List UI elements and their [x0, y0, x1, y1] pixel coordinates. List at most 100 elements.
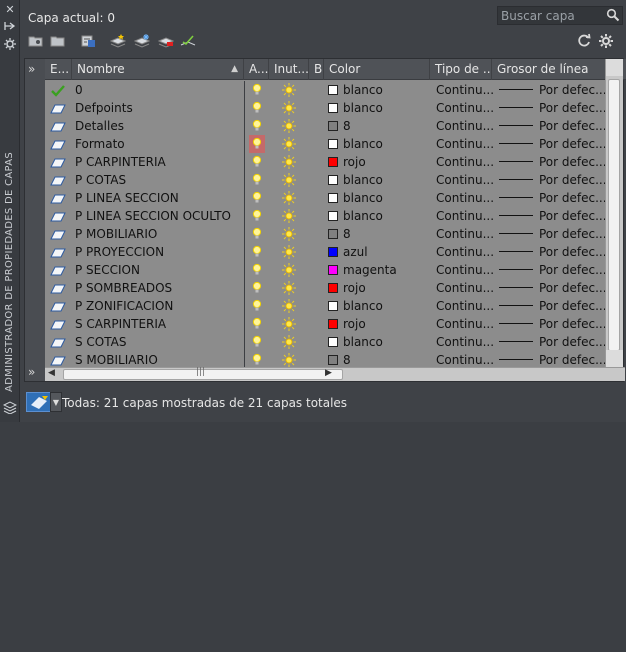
- color-swatch[interactable]: [328, 211, 338, 221]
- col-color[interactable]: Color: [324, 59, 430, 80]
- properties-icon[interactable]: [3, 38, 17, 52]
- new-property-filter-icon[interactable]: [28, 33, 44, 49]
- table-row[interactable]: 0 blanco Continu... Por defec...: [45, 81, 626, 99]
- lineweight[interactable]: Por defec...: [539, 207, 611, 225]
- col-linetype[interactable]: Tipo de ...: [430, 59, 492, 80]
- scroll-down-button[interactable]: [606, 350, 623, 367]
- table-row[interactable]: Detalles 8 Continu... Por defec...: [45, 117, 626, 135]
- scroll-left-icon[interactable]: ◀: [48, 368, 55, 378]
- table-row[interactable]: P LINEA SECCION blanco Continu... Por defec…: [45, 189, 626, 207]
- thaw-sun-icon[interactable]: [281, 298, 297, 316]
- lineweight[interactable]: Por defec...: [539, 351, 611, 367]
- thaw-sun-icon[interactable]: [281, 100, 297, 118]
- layer-states-icon[interactable]: [80, 33, 96, 49]
- search-input[interactable]: [498, 7, 622, 24]
- close-icon[interactable]: ✕: [3, 3, 17, 17]
- lineweight[interactable]: Por defec...: [539, 171, 611, 189]
- linetype[interactable]: Continu...: [436, 243, 494, 261]
- thaw-sun-icon[interactable]: [281, 226, 297, 244]
- table-row[interactable]: S MOBILIARIO 8 Continu... Por defec...: [45, 351, 626, 367]
- col-status[interactable]: E...: [45, 59, 72, 80]
- thaw-sun-icon[interactable]: [281, 208, 297, 226]
- lineweight[interactable]: Por defec...: [539, 135, 611, 153]
- layer-name[interactable]: P PROYECCION: [75, 243, 240, 261]
- lineweight[interactable]: Por defec...: [539, 99, 611, 117]
- color-name[interactable]: 8: [343, 351, 351, 367]
- layer-name[interactable]: P CARPINTERIA: [75, 153, 240, 171]
- color-name[interactable]: rojo: [343, 315, 366, 333]
- thaw-sun-icon[interactable]: [281, 352, 297, 367]
- palette-title-bar[interactable]: ✕ ADMINISTRADOR DE PROPIEDADES DE CAPAS: [0, 0, 20, 422]
- color-name[interactable]: blanco: [343, 333, 383, 351]
- table-row[interactable]: P SECCION magenta Continu... Por defec...: [45, 261, 626, 279]
- col-on[interactable]: A...: [244, 59, 269, 80]
- table-row[interactable]: Defpoints blanco Continu... Por defec...: [45, 99, 626, 117]
- lightbulb-on-icon[interactable]: [249, 135, 265, 153]
- table-row[interactable]: P PROYECCION azul Continu... Por defec...: [45, 243, 626, 261]
- table-row[interactable]: P MOBILIARIO 8 Continu... Por defec...: [45, 225, 626, 243]
- thaw-sun-icon[interactable]: [281, 118, 297, 136]
- layer-name[interactable]: S MOBILIARIO: [75, 351, 240, 367]
- color-swatch[interactable]: [328, 283, 338, 293]
- color-name[interactable]: blanco: [343, 81, 383, 99]
- lightbulb-on-icon[interactable]: [249, 353, 265, 367]
- color-swatch[interactable]: [328, 157, 338, 167]
- layer-name[interactable]: P MOBILIARIO: [75, 225, 240, 243]
- thaw-sun-icon[interactable]: [281, 154, 297, 172]
- color-swatch[interactable]: [328, 337, 338, 347]
- expand-bottom-icon[interactable]: »: [28, 365, 35, 379]
- color-swatch[interactable]: [328, 121, 338, 131]
- thaw-sun-icon[interactable]: [281, 82, 297, 100]
- scroll-up-button[interactable]: [606, 59, 623, 76]
- linetype[interactable]: Continu...: [436, 225, 494, 243]
- lineweight[interactable]: Por defec...: [539, 117, 611, 135]
- delete-layer-icon[interactable]: [157, 33, 175, 49]
- lineweight[interactable]: Por defec...: [539, 153, 611, 171]
- thaw-sun-icon[interactable]: [281, 280, 297, 298]
- col-lock[interactable]: B: [309, 59, 324, 80]
- linetype[interactable]: Continu...: [436, 171, 494, 189]
- color-name[interactable]: rojo: [343, 153, 366, 171]
- thaw-sun-icon[interactable]: [281, 316, 297, 334]
- color-swatch[interactable]: [328, 355, 338, 365]
- lineweight[interactable]: Por defec...: [539, 315, 611, 333]
- color-name[interactable]: blanco: [343, 135, 383, 153]
- autohide-icon[interactable]: [3, 20, 17, 34]
- new-layer-icon[interactable]: [109, 33, 127, 49]
- lineweight[interactable]: Por defec...: [539, 261, 611, 279]
- settings-icon[interactable]: [598, 33, 614, 49]
- linetype[interactable]: Continu...: [436, 315, 494, 333]
- color-name[interactable]: 8: [343, 225, 351, 243]
- search-box[interactable]: [497, 6, 623, 25]
- color-swatch[interactable]: [328, 265, 338, 275]
- color-name[interactable]: magenta: [343, 261, 397, 279]
- color-swatch[interactable]: [328, 85, 338, 95]
- color-name[interactable]: blanco: [343, 207, 383, 225]
- layer-name[interactable]: S CARPINTERIA: [75, 315, 240, 333]
- linetype[interactable]: Continu...: [436, 81, 494, 99]
- color-name[interactable]: blanco: [343, 171, 383, 189]
- layer-status-icon[interactable]: [50, 354, 66, 367]
- linetype[interactable]: Continu...: [436, 333, 494, 351]
- color-name[interactable]: blanco: [343, 189, 383, 207]
- color-swatch[interactable]: [328, 193, 338, 203]
- layer-name[interactable]: P SECCION: [75, 261, 240, 279]
- color-swatch[interactable]: [328, 103, 338, 113]
- table-row[interactable]: P COTAS blanco Continu... Por defec...: [45, 171, 626, 189]
- table-row[interactable]: Formato blanco Continu... Por defec...: [45, 135, 626, 153]
- lineweight[interactable]: Por defec...: [539, 243, 611, 261]
- layer-name[interactable]: Formato: [75, 135, 240, 153]
- table-row[interactable]: P ZONIFICACION blanco Continu... Por defec.…: [45, 297, 626, 315]
- color-name[interactable]: 8: [343, 117, 351, 135]
- filter-dropdown-icon[interactable]: ▼: [50, 392, 62, 412]
- linetype[interactable]: Continu...: [436, 135, 494, 153]
- lineweight[interactable]: Por defec...: [539, 189, 611, 207]
- horizontal-scroll-thumb[interactable]: |||: [63, 367, 343, 380]
- lineweight[interactable]: Por defec...: [539, 279, 611, 297]
- color-swatch[interactable]: [328, 229, 338, 239]
- color-name[interactable]: blanco: [343, 99, 383, 117]
- layer-name[interactable]: P SOMBREADOS: [75, 279, 240, 297]
- layer-name[interactable]: P LINEA SECCION OCULTO: [75, 207, 240, 225]
- layer-name[interactable]: 0: [75, 81, 240, 99]
- thaw-sun-icon[interactable]: [281, 262, 297, 280]
